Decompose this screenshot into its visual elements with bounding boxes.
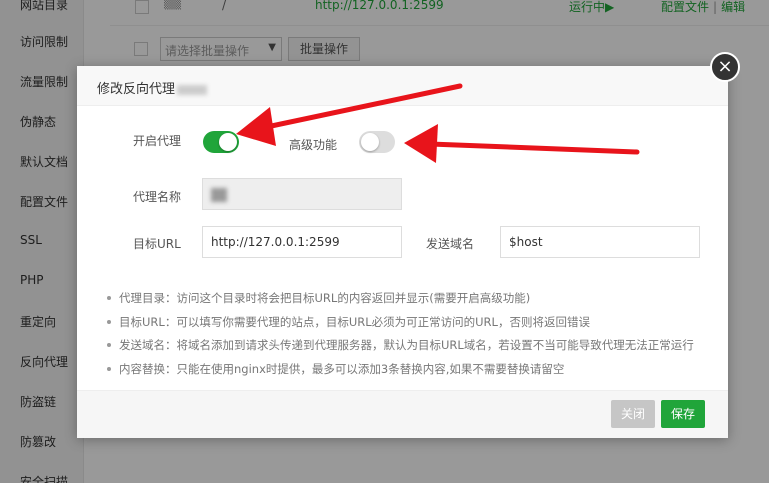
annotation-arrow-shaft (259, 83, 463, 131)
annotation-arrow-shaft (427, 141, 640, 155)
annotation-arrows (236, 83, 640, 163)
annotation-arrowhead (236, 107, 276, 146)
annotation-arrowhead (404, 124, 438, 163)
